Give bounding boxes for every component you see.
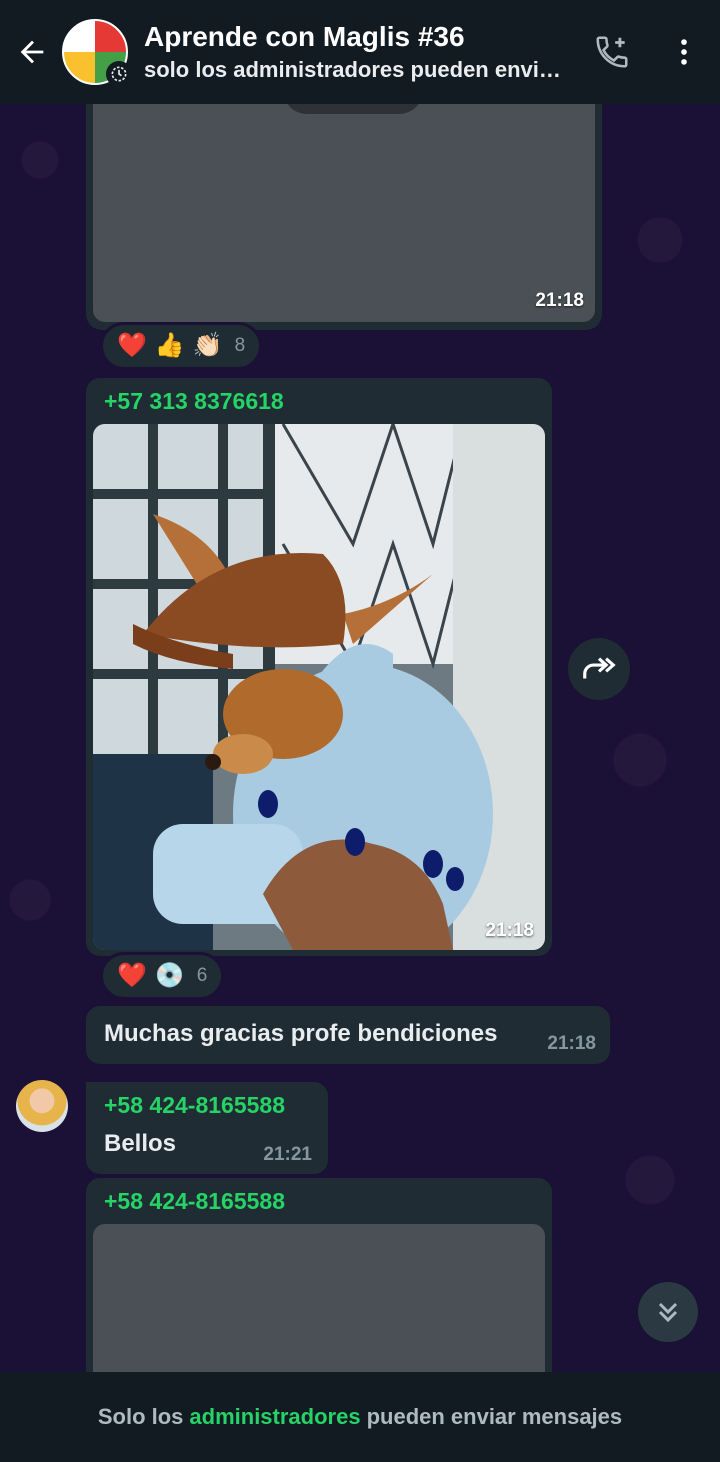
add-call-icon [596,36,628,68]
arrow-left-icon [20,40,44,64]
chat-header: Aprende con Maglis #36 solo los administ… [0,0,720,104]
text-message[interactable]: Muchas gracias profe bendiciones 21:18 [86,1006,610,1064]
reaction-count: 8 [234,335,246,356]
reaction-thumbs-up: 👍 [154,332,185,359]
message-reactions[interactable]: ❤️ 👍 👏🏻 8 [100,322,263,370]
media-message[interactable]: +57 313 8376618 21:18 [86,378,552,956]
chat-title: Aprende con Maglis #36 [144,21,465,52]
more-options-button[interactable] [648,0,720,104]
add-call-button[interactable] [576,0,648,104]
scroll-to-bottom-button[interactable] [638,1282,698,1342]
media-message[interactable]: 21:18 [86,90,602,330]
text-message[interactable]: +58 424-8165588 Bellos 21:21 [86,1082,328,1174]
message-time: 21:21 [263,1144,312,1165]
reaction-disc: 💿 [154,962,185,989]
message-text: Bellos [104,1130,177,1157]
forward-button[interactable] [568,638,630,700]
back-button[interactable] [2,0,62,104]
message-time: 21:18 [547,1033,596,1054]
disappearing-timer-icon [106,61,132,87]
message-text: Muchas gracias profe bendiciones [104,1020,498,1047]
dog-photo-illustration [93,424,545,950]
sender-name[interactable]: +58 424-8165588 [104,1092,285,1119]
sender-avatar[interactable] [16,1080,68,1132]
more-vertical-icon [681,39,687,65]
message-time: 21:18 [485,920,534,941]
chat-title-block[interactable]: Aprende con Maglis #36 solo los administ… [144,21,576,83]
reaction-heart: ❤️ [117,962,147,989]
forward-icon [583,657,616,679]
admin-only-footer: Solo los administradores pueden enviar m… [0,1372,720,1462]
sender-name[interactable]: +58 424-8165588 [104,1188,285,1215]
media-image[interactable] [93,424,545,950]
message-time: 21:18 [535,290,584,311]
chat-subtitle: solo los administradores pueden envi… [144,57,561,82]
reaction-heart: ❤️ [117,332,147,359]
sender-name[interactable]: +57 313 8376618 [104,388,284,415]
reaction-count: 6 [196,965,208,986]
double-chevron-down-icon [658,1302,678,1323]
reaction-clap: 👏🏻 [192,332,223,359]
group-avatar[interactable] [62,19,132,87]
footer-suffix: pueden enviar mensajes [366,1404,623,1429]
administrators-link[interactable]: administradores [189,1404,360,1430]
footer-prefix: Solo los [97,1404,184,1429]
media-image[interactable] [93,90,595,322]
message-reactions[interactable]: ❤️ 💿 6 [100,952,225,1000]
